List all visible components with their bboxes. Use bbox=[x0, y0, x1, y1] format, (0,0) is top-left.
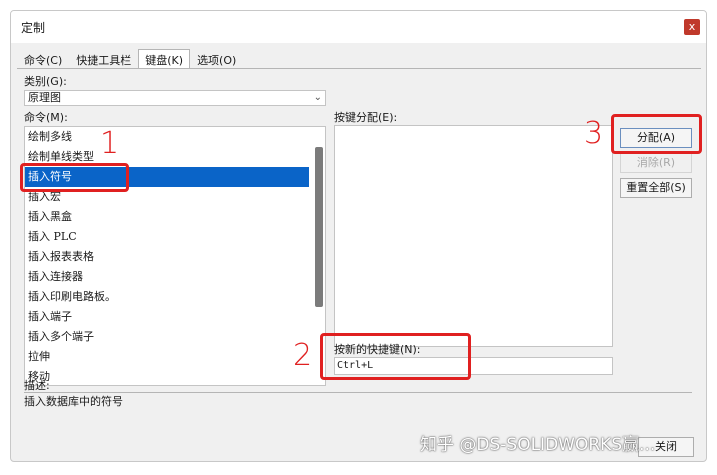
remove-button[interactable]: 消除(R) bbox=[620, 153, 692, 173]
list-item[interactable]: 插入印刷电路板。 bbox=[25, 287, 325, 307]
tab-quick-toolbar[interactable]: 快捷工具栏 bbox=[69, 49, 138, 69]
dialog-title: 定制 bbox=[21, 21, 46, 35]
watermark-text: 知乎 @DS-SOLIDWORKS赢... bbox=[420, 435, 656, 455]
tab-strip: 命令(C) 快捷工具栏 键盘(K) 选项(O) bbox=[17, 49, 243, 69]
list-item[interactable]: 绘制多线 bbox=[25, 127, 325, 147]
highlight-box-1 bbox=[20, 163, 129, 192]
list-scrollbar[interactable] bbox=[315, 147, 323, 307]
annotation-number-2: 2 bbox=[293, 338, 313, 373]
list-item[interactable]: 插入 PLC bbox=[25, 227, 325, 247]
description-text: 插入数据库中的符号 bbox=[24, 395, 123, 408]
close-button[interactable]: x bbox=[684, 19, 700, 35]
key-assign-list[interactable] bbox=[334, 125, 613, 347]
list-item[interactable]: 插入连接器 bbox=[25, 267, 325, 287]
category-select[interactable]: 原理图 ⌄ bbox=[24, 90, 326, 106]
commands-label: 命令(M): bbox=[24, 111, 68, 124]
list-item[interactable]: 插入黑盒 bbox=[25, 207, 325, 227]
list-item[interactable]: 拉伸 bbox=[25, 347, 325, 367]
reset-all-button[interactable]: 重置全部(S) bbox=[620, 178, 692, 198]
chevron-down-icon: ⌄ bbox=[313, 92, 322, 103]
list-item[interactable]: 移动 bbox=[25, 367, 325, 385]
tab-keyboard[interactable]: 键盘(K) bbox=[138, 49, 191, 69]
list-item[interactable]: 插入报表表格 bbox=[25, 247, 325, 267]
annotation-number-1: 1 bbox=[100, 126, 120, 161]
key-assign-label: 按键分配(E): bbox=[334, 111, 398, 124]
highlight-box-3 bbox=[611, 114, 702, 154]
tab-options[interactable]: 选项(O) bbox=[190, 49, 243, 69]
list-item[interactable]: 插入端子 bbox=[25, 307, 325, 327]
description-label: 描述: bbox=[24, 379, 50, 392]
category-label: 类别(G): bbox=[24, 75, 67, 88]
description-box: 插入数据库中的符号 bbox=[24, 392, 692, 420]
annotation-number-3: 3 bbox=[584, 116, 604, 151]
tab-commands[interactable]: 命令(C) bbox=[17, 49, 69, 69]
list-item[interactable]: 插入多个端子 bbox=[25, 327, 325, 347]
category-value: 原理图 bbox=[28, 91, 61, 104]
title-bar: 定制 x bbox=[11, 11, 706, 43]
highlight-box-2 bbox=[320, 333, 471, 380]
